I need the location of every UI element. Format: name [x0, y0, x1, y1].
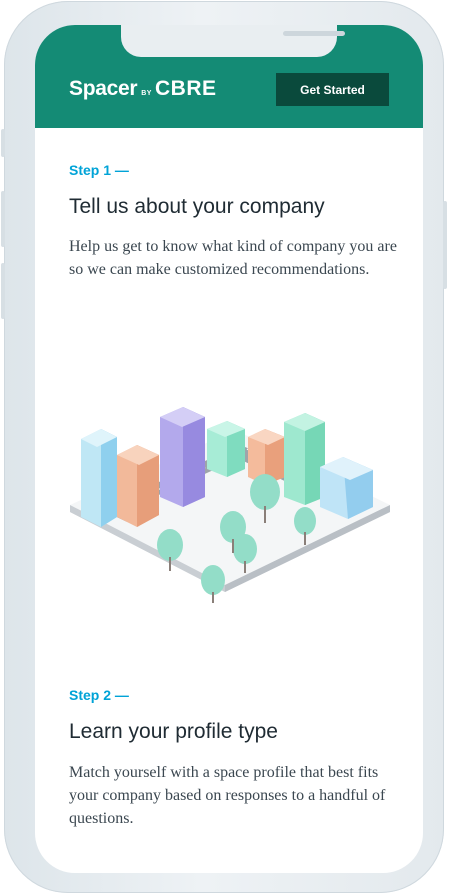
power-button [443, 201, 447, 289]
step-2-description: Match yourself with a space profile that… [69, 764, 386, 827]
phone-notch [121, 25, 345, 57]
step-2-label: Step 2 — [69, 687, 129, 703]
speaker-grille [283, 31, 345, 36]
volume-up-button [1, 191, 5, 247]
phone-frame: Spacer BY CBRE Get Started Step 1 — Tell… [1, 1, 447, 893]
building-purple [160, 407, 205, 507]
logo-by: BY [141, 90, 152, 97]
step-1-title: Tell us about your company [69, 195, 325, 218]
step-2-title: Learn your profile type [69, 720, 278, 743]
logo-main: Spacer [69, 77, 138, 100]
building-orange-left [117, 445, 159, 527]
spacer-logo[interactable]: Spacer BY CBRE [69, 77, 217, 101]
phone-screen: Spacer BY CBRE Get Started Step 1 — Tell… [35, 25, 423, 873]
city-illustration-icon [70, 407, 390, 603]
logo-brand: CBRE [154, 77, 217, 100]
building-blue-right [320, 457, 373, 519]
step-1-description: Help us get to know what kind of company… [69, 238, 397, 278]
step-1-label: Step 1 — [69, 162, 129, 178]
mute-switch [1, 129, 5, 157]
building-teal-small [207, 421, 245, 477]
volume-down-button [1, 263, 5, 319]
get-started-button[interactable]: Get Started [276, 73, 389, 106]
building-teal-tall [284, 413, 325, 505]
building-blue-left [81, 429, 117, 527]
